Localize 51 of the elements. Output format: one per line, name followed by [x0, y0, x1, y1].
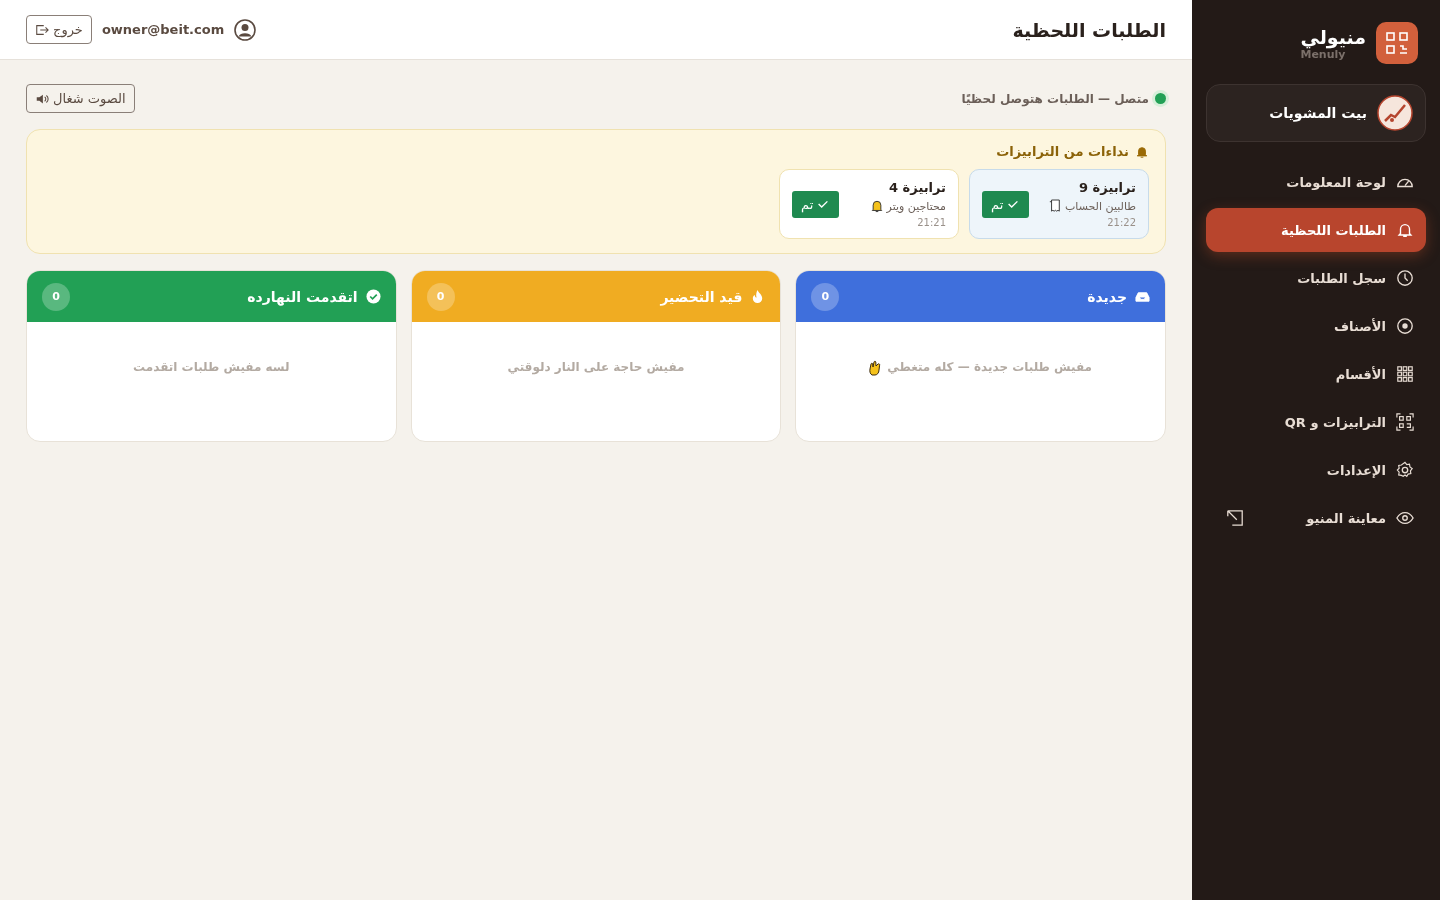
nav-item[interactable]: الترابيزات و QR [1206, 400, 1426, 444]
nav-item[interactable]: معاينة المنيو [1206, 496, 1426, 540]
column-title: قيد التحضير [660, 288, 743, 305]
nav-item[interactable]: الأقسام [1206, 352, 1426, 396]
eye-icon [1396, 509, 1414, 527]
page-title: الطلبات اللحظية [1012, 18, 1166, 41]
plate-icon [1396, 317, 1414, 335]
logout-icon [35, 22, 49, 37]
settings-icon [1396, 461, 1414, 479]
user-email: owner@beit.com [101, 22, 225, 37]
done-button[interactable]: تم [792, 190, 840, 218]
nav-item[interactable]: الأصناف [1206, 304, 1426, 348]
call-reason: محتاجين ويتر [886, 199, 946, 213]
bell-icon [1135, 144, 1149, 159]
check-circle-icon [365, 289, 381, 304]
restaurant-logo-icon [1377, 95, 1413, 131]
count-badge: 0 [426, 282, 455, 311]
table-name: ترابيزة 4 [888, 180, 946, 195]
call-reason: طالبين الحساب [1065, 199, 1136, 213]
calls-title: نداءات من الترابيزات [996, 144, 1129, 159]
clock-icon [1396, 269, 1414, 287]
done-button[interactable]: تم [982, 190, 1030, 218]
nav-item[interactable]: الطلبات اللحظية [1206, 208, 1426, 252]
sound-toggle-button[interactable]: الصوت شغال [26, 84, 135, 113]
empty-message: مفيش حاجة على النار دلوقتي [507, 360, 685, 374]
call-time: 21:22 [1106, 217, 1136, 228]
user-avatar-icon [234, 18, 257, 41]
logout-button[interactable]: خروج [26, 15, 92, 44]
bell-icon [1396, 221, 1414, 239]
column-title: اتقدمت النهارده [247, 288, 358, 305]
brand-name: منيولي [1300, 25, 1366, 48]
grid-icon [1396, 365, 1414, 383]
nav-item[interactable]: لوحة المعلومات [1206, 160, 1426, 204]
inbox-icon [1135, 289, 1150, 304]
empty-message: لسه مفيش طلبات اتقدمت [133, 360, 290, 374]
count-badge: 0 [811, 282, 840, 311]
brand-subtitle: Menuly [1300, 47, 1346, 61]
restaurant-card[interactable]: بيت المشويات [1206, 84, 1426, 142]
restaurant-name: بيت المشويات [1269, 105, 1367, 121]
empty-message: مفيش طلبات جديدة — كله متغطي [887, 360, 1092, 374]
qr-code-icon [1396, 413, 1414, 431]
call-time: 21:21 [916, 217, 946, 228]
column-title: جديدة [1087, 288, 1127, 305]
receipt-icon [1049, 199, 1061, 213]
connection-status-text: متصل — الطلبات هتوصل لحظيًا [961, 91, 1149, 106]
nav-item[interactable]: سجل الطلبات [1206, 256, 1426, 300]
nav-item[interactable]: الإعدادات [1206, 448, 1426, 492]
count-badge: 0 [42, 282, 70, 311]
bell-icon [870, 199, 883, 213]
table-name: ترابيزة 9 [1078, 180, 1136, 195]
qr-code-logo-icon [1376, 22, 1418, 64]
